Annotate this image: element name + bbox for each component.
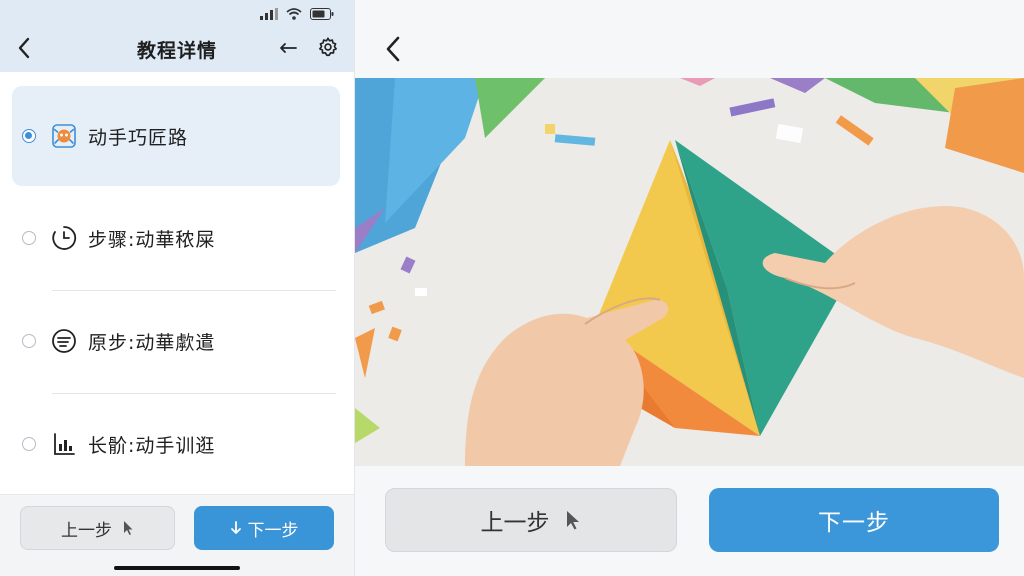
next-step-button-small[interactable]: 下一步 [194,506,334,550]
button-label: 上一步 [480,510,550,536]
step-label: 原步:动華歑遣 [88,331,216,354]
signal-icon [260,8,278,20]
next-step-button[interactable]: 下一步 [709,488,999,552]
origami-illustration [355,78,1024,466]
prev-step-button-small[interactable]: 上一步 [20,506,175,550]
button-label: 下一步 [818,510,890,536]
home-indicator [114,566,240,570]
clock-icon [50,224,78,252]
back-button-large[interactable] [379,34,407,64]
origami-photo [355,78,1024,466]
radio-selected[interactable] [22,129,36,143]
step-item-3[interactable]: 原步:动華歑遣 [12,291,340,391]
step-label: 长骱:动手训逛 [88,434,216,457]
step-item-4[interactable]: 长骱:动手训逛 [12,394,340,494]
step-item-2[interactable]: 步骤:动華秾屎 [12,188,340,288]
cursor-arrow-icon [566,511,579,530]
phone-panel: 教程详情 动手巧匠路 步骤:动華秾屎 原步:动華歑遣 长骱:动手训逛 上一步 下… [0,0,355,576]
button-label: 上一步 [61,520,112,541]
prev-step-button[interactable]: 上一步 [385,488,677,552]
page-title: 教程详情 [136,40,217,62]
radio-unselected[interactable] [22,437,36,451]
arrow-left-icon [280,43,297,53]
gear-icon [319,37,337,57]
step-label: 步骤:动華秾屎 [88,228,216,251]
step-label: 动手巧匠路 [88,126,189,149]
chevron-left-icon [386,36,400,62]
list-circle-icon [50,327,78,355]
button-label: 下一步 [247,520,299,541]
radio-unselected[interactable] [22,334,36,348]
arrow-down-icon [230,521,241,534]
cursor-arrow-icon [124,521,133,535]
detail-panel: 上一步 下一步 [355,0,1024,576]
radio-unselected[interactable] [22,231,36,245]
chart-icon [50,430,78,458]
craft-robot-icon [50,122,78,150]
wifi-icon [286,8,302,20]
step-item-1[interactable]: 动手巧匠路 [12,86,340,186]
arrow-left-button[interactable] [276,36,300,60]
settings-button[interactable] [316,35,340,59]
status-bar [260,6,334,22]
battery-icon [310,8,334,20]
app-header: 教程详情 [0,0,354,72]
